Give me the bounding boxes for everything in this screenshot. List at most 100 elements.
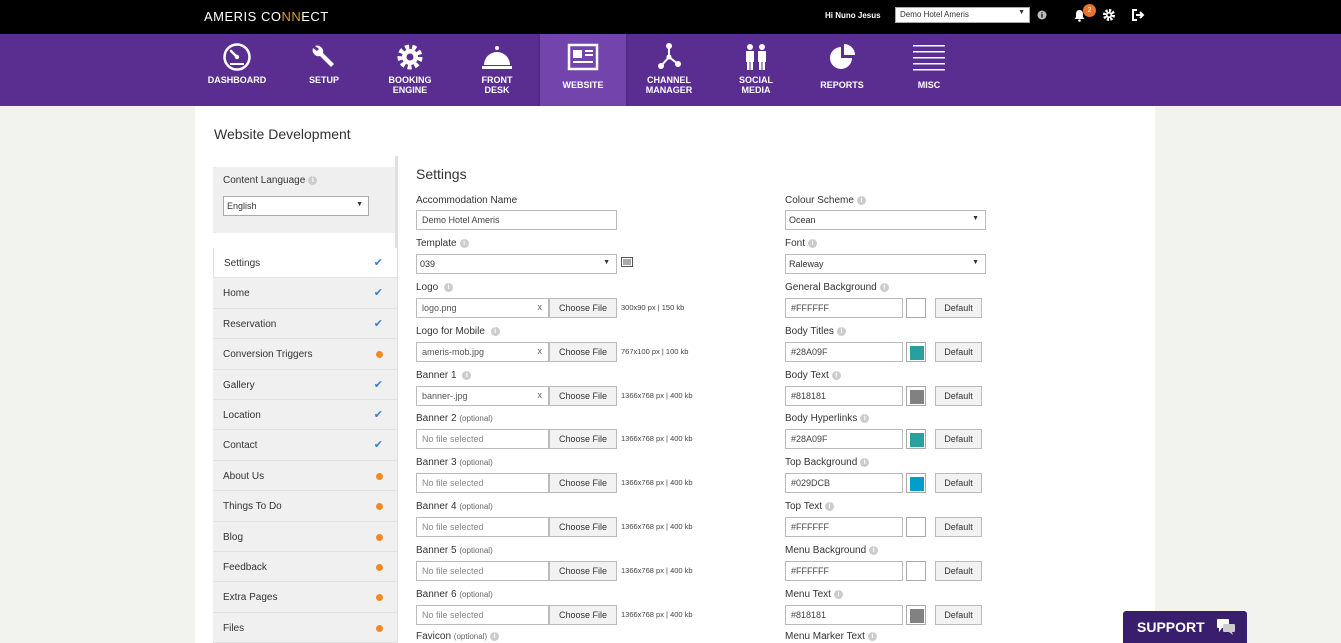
nav-label: MISC bbox=[917, 80, 941, 90]
file-name-field[interactable]: No file selected bbox=[416, 517, 549, 537]
file-name-field[interactable]: banner-.jpg x bbox=[416, 386, 549, 406]
file-name-field[interactable]: No file selected bbox=[416, 605, 549, 625]
info-icon[interactable]: i bbox=[860, 458, 870, 467]
choose-file-button[interactable]: Choose File bbox=[549, 298, 617, 318]
color-hex-field[interactable]: #029DCB bbox=[785, 473, 903, 493]
file-name-field[interactable]: logo.png x bbox=[416, 298, 549, 318]
color-swatch[interactable] bbox=[906, 605, 926, 625]
logout-icon[interactable] bbox=[1131, 8, 1145, 25]
info-icon[interactable]: i bbox=[308, 176, 318, 185]
choose-file-button[interactable]: Choose File bbox=[549, 342, 617, 362]
nav-booking-engine[interactable]: BOOKING ENGINE bbox=[367, 34, 453, 106]
nav-reports[interactable]: REPORTS bbox=[799, 34, 885, 106]
color-swatch-fill bbox=[910, 565, 924, 579]
nav-misc[interactable]: MISC bbox=[886, 34, 972, 106]
info-icon[interactable] bbox=[1037, 10, 1047, 23]
info-icon[interactable]: i bbox=[867, 632, 877, 641]
people-icon bbox=[713, 42, 799, 72]
menu-item-about-us[interactable]: About Us bbox=[213, 460, 397, 492]
menu-item-contact[interactable]: Contact ✔ bbox=[213, 430, 397, 461]
clear-file-icon[interactable]: x bbox=[538, 390, 543, 400]
info-icon[interactable]: i bbox=[860, 414, 870, 423]
nav-channel-manager[interactable]: CHANNEL MANAGER bbox=[626, 34, 712, 106]
menu-item-files[interactable]: Files bbox=[213, 612, 397, 643]
nav-website[interactable]: WEBSITE bbox=[540, 34, 626, 110]
color-hex-field[interactable]: #FFFFFF bbox=[785, 517, 903, 537]
file-name-field[interactable]: No file selected bbox=[416, 429, 549, 449]
info-icon[interactable]: i bbox=[831, 371, 841, 380]
font-select[interactable]: Raleway ▼ bbox=[785, 254, 986, 274]
info-icon[interactable]: i bbox=[869, 546, 879, 555]
color-swatch[interactable] bbox=[906, 298, 926, 318]
nav-label: SOCIAL MEDIA bbox=[738, 75, 773, 95]
menu-item-settings[interactable]: Settings ✔ bbox=[213, 248, 397, 279]
menu-item-gallery[interactable]: Gallery ✔ bbox=[213, 369, 397, 400]
nav-setup[interactable]: SETUP bbox=[281, 34, 367, 106]
info-icon[interactable]: i bbox=[833, 590, 843, 599]
menu-item-reservation[interactable]: Reservation ✔ bbox=[213, 308, 397, 340]
choose-file-button[interactable]: Choose File bbox=[549, 429, 617, 449]
accommodation-name-field[interactable]: Demo Hotel Ameris bbox=[416, 210, 617, 230]
info-icon[interactable]: i bbox=[825, 502, 835, 511]
choose-file-button[interactable]: Choose File bbox=[549, 561, 617, 581]
color-hex-field[interactable]: #FFFFFF bbox=[785, 298, 903, 318]
color-hex-field[interactable]: #818181 bbox=[785, 386, 903, 406]
menu-item-blog[interactable]: Blog bbox=[213, 521, 397, 552]
nav-dashboard[interactable]: DASHBOARD bbox=[194, 34, 280, 106]
default-color-button[interactable]: Default bbox=[935, 473, 982, 493]
info-icon[interactable]: i bbox=[444, 283, 454, 292]
gear-icon[interactable] bbox=[1102, 8, 1116, 25]
hotel-select[interactable]: Demo Hotel Ameris ▼ bbox=[895, 7, 1030, 23]
info-icon[interactable]: i bbox=[459, 239, 469, 248]
default-color-button[interactable]: Default bbox=[935, 298, 982, 318]
file-name-field[interactable]: No file selected bbox=[416, 473, 549, 493]
info-icon[interactable]: i bbox=[490, 327, 500, 336]
info-icon[interactable]: i bbox=[836, 327, 846, 336]
content-language-select[interactable]: English ▼ bbox=[223, 196, 369, 216]
color-hex-field[interactable]: #28A09F bbox=[785, 342, 903, 362]
user-greeting[interactable]: Hi Nuno Jesus bbox=[825, 11, 881, 20]
file-name-field[interactable]: No file selected bbox=[416, 561, 549, 581]
default-color-button[interactable]: Default bbox=[935, 561, 982, 581]
color-hex-field[interactable]: #FFFFFF bbox=[785, 561, 903, 581]
brand-logo[interactable]: AMERIS CONNECT bbox=[204, 9, 329, 24]
file-name-field[interactable]: ameris-mob.jpg x bbox=[416, 342, 549, 362]
menu-item-things-to-do[interactable]: Things To Do bbox=[213, 491, 397, 522]
color-swatch[interactable] bbox=[906, 429, 926, 449]
choose-file-button[interactable]: Choose File bbox=[549, 473, 617, 493]
color-swatch[interactable] bbox=[906, 473, 926, 493]
template-preview-icon[interactable] bbox=[621, 257, 633, 270]
menu-item-feedback[interactable]: Feedback bbox=[213, 551, 397, 583]
info-icon[interactable]: i bbox=[879, 283, 889, 292]
colour-scheme-select[interactable]: Ocean ▼ bbox=[785, 210, 986, 230]
template-select[interactable]: 039 ▼ bbox=[416, 254, 617, 274]
info-icon[interactable]: i bbox=[490, 632, 500, 641]
default-color-button[interactable]: Default bbox=[935, 429, 982, 449]
color-swatch[interactable] bbox=[906, 342, 926, 362]
color-swatch[interactable] bbox=[906, 561, 926, 581]
menu-item-location[interactable]: Location ✔ bbox=[213, 399, 397, 431]
default-color-button[interactable]: Default bbox=[935, 386, 982, 406]
default-color-button[interactable]: Default bbox=[935, 517, 982, 537]
accommodation-name-label: Accommodation Name bbox=[416, 195, 518, 206]
info-icon[interactable]: i bbox=[462, 371, 472, 380]
info-icon[interactable]: i bbox=[856, 196, 866, 205]
nav-social-media[interactable]: SOCIAL MEDIA bbox=[713, 34, 799, 106]
info-icon[interactable]: i bbox=[808, 239, 818, 248]
menu-item-home[interactable]: Home ✔ bbox=[213, 278, 397, 309]
choose-file-button[interactable]: Choose File bbox=[549, 386, 617, 406]
choose-file-button[interactable]: Choose File bbox=[549, 517, 617, 537]
menu-item-conversion-triggers[interactable]: Conversion Triggers bbox=[213, 339, 397, 370]
clear-file-icon[interactable]: x bbox=[538, 346, 543, 356]
choose-file-button[interactable]: Choose File bbox=[549, 605, 617, 625]
color-swatch[interactable] bbox=[906, 517, 926, 537]
default-color-button[interactable]: Default bbox=[935, 605, 982, 625]
clear-file-icon[interactable]: x bbox=[538, 302, 543, 312]
color-hex-field[interactable]: #28A09F bbox=[785, 429, 903, 449]
default-color-button[interactable]: Default bbox=[935, 342, 982, 362]
color-swatch[interactable] bbox=[906, 386, 926, 406]
color-hex-field[interactable]: #818181 bbox=[785, 605, 903, 625]
nav-front-desk[interactable]: FRONT DESK bbox=[454, 34, 540, 106]
menu-item-extra-pages[interactable]: Extra Pages bbox=[213, 582, 397, 613]
support-button[interactable]: SUPPORT bbox=[1123, 611, 1247, 643]
